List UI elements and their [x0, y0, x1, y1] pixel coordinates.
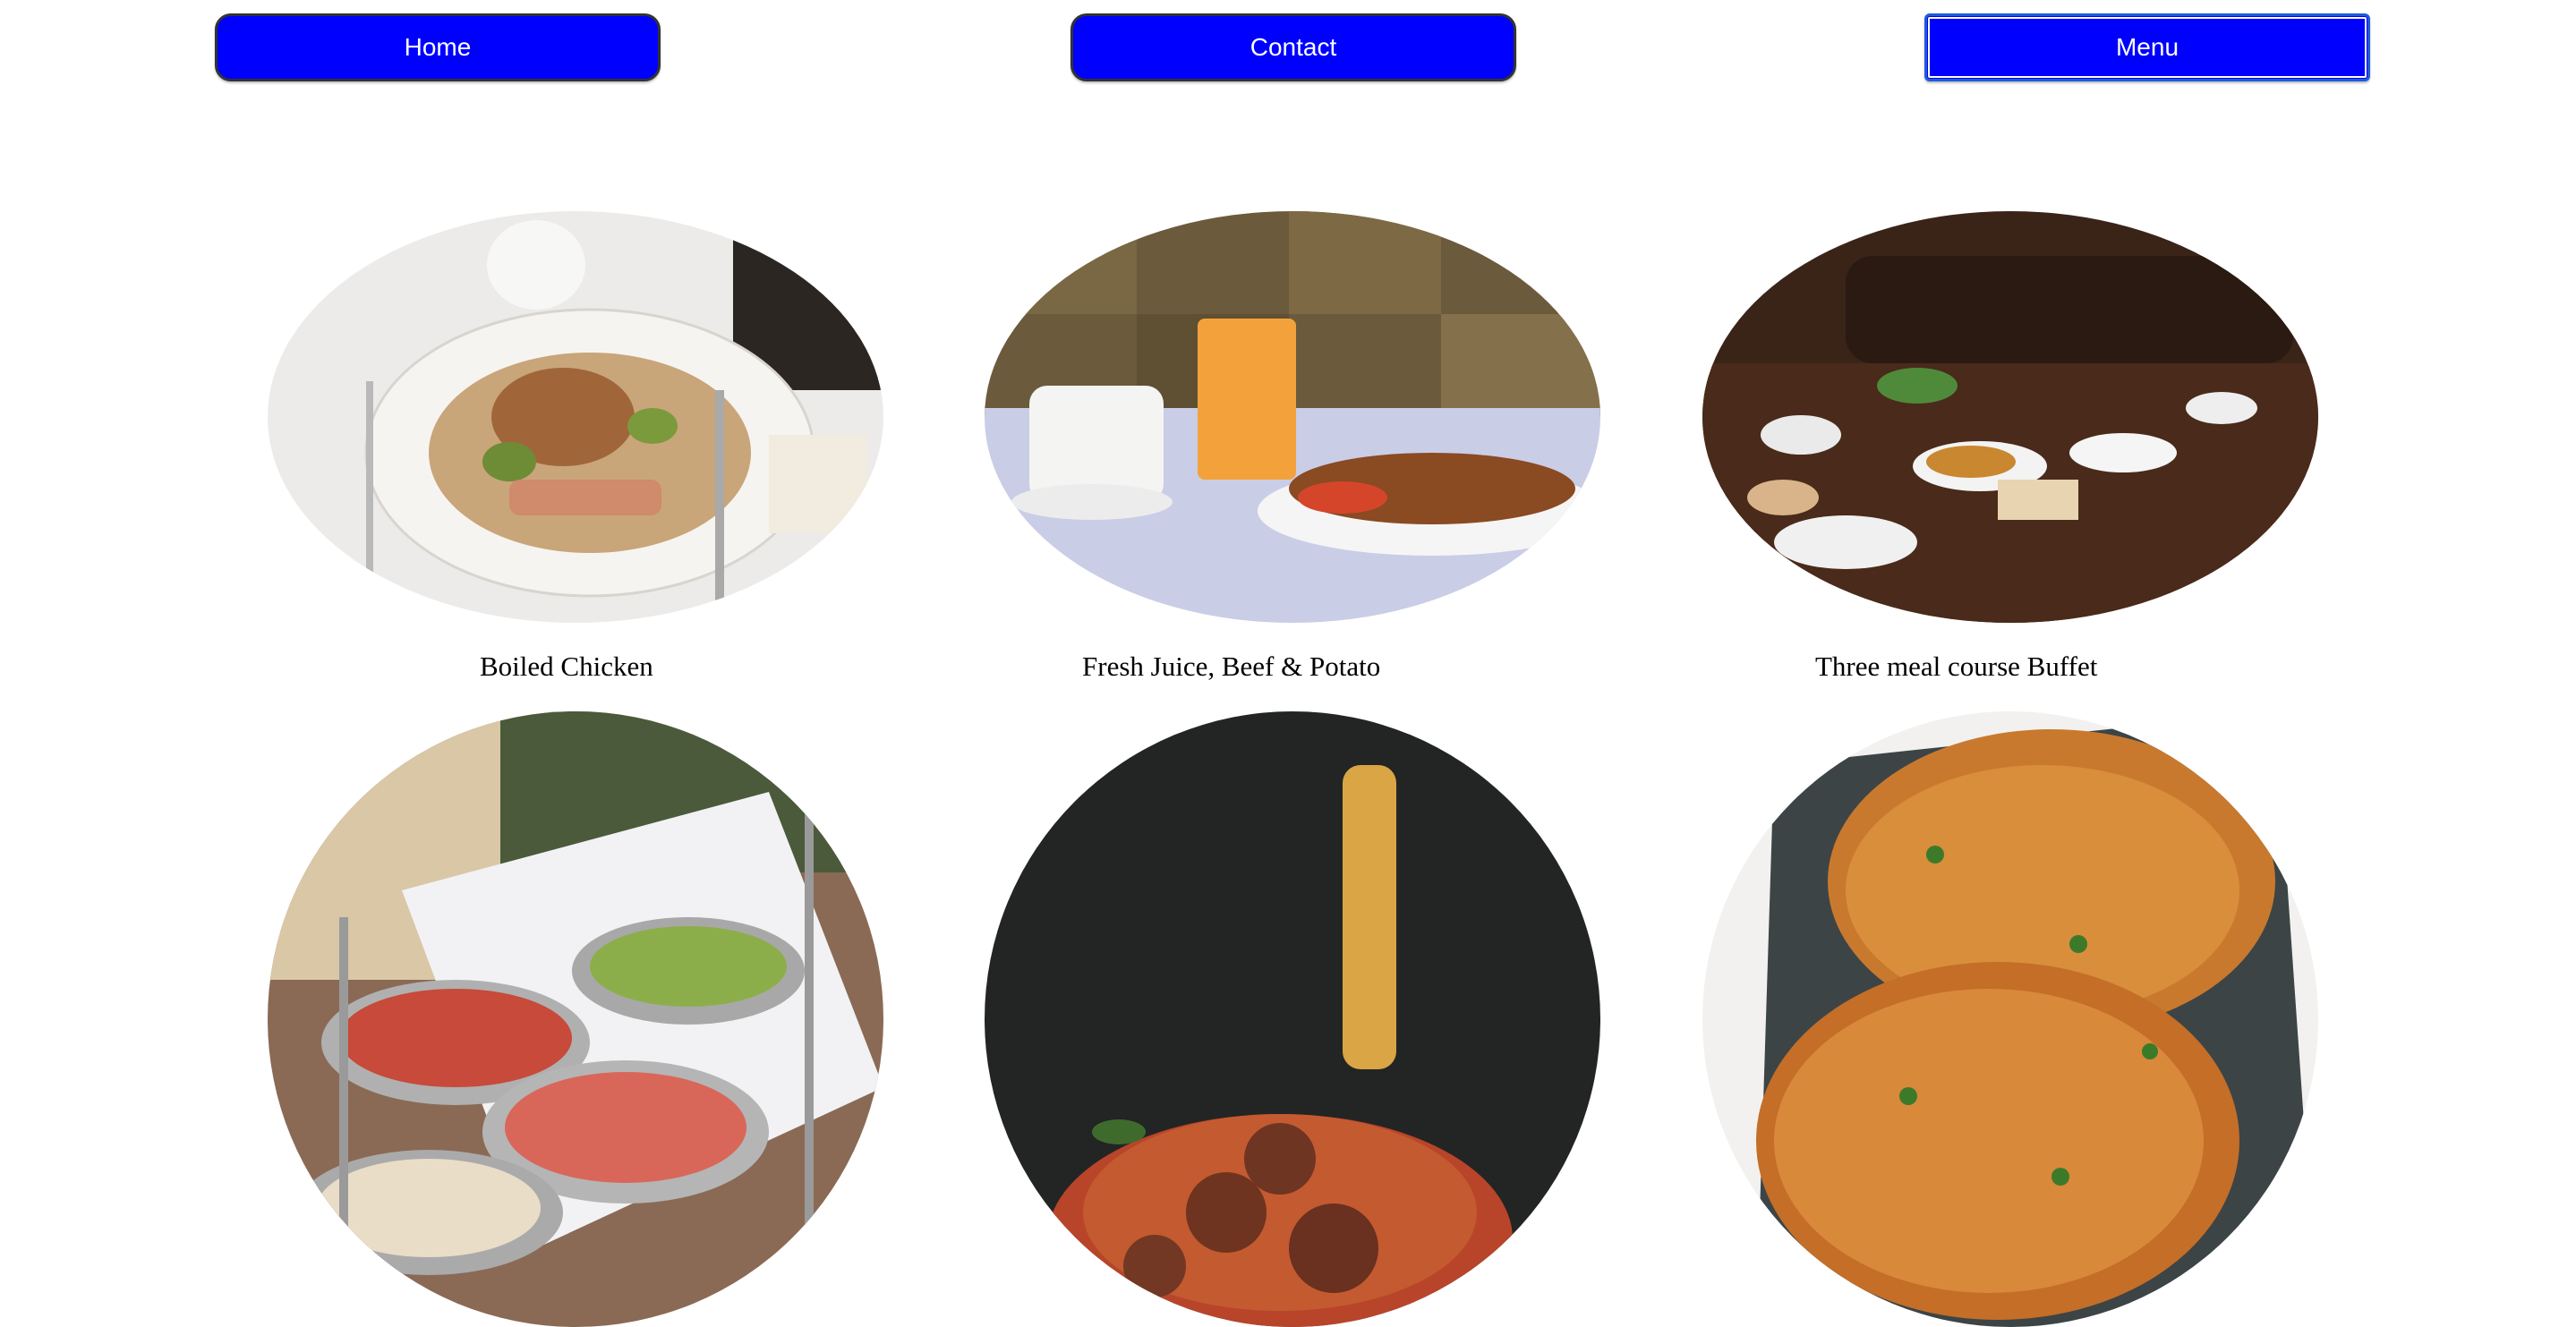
- menu-item-image-spaghetti-meatballs: [985, 711, 1600, 1327]
- menu-item-image-three-meal-course-buffet: [1702, 211, 2318, 623]
- menu-item-caption: Three meal course Buffet: [1815, 651, 2098, 682]
- menu-item-image-fried-chicken: [1702, 711, 2318, 1327]
- menu-item-caption: Boiled Chicken: [480, 651, 653, 682]
- contact-button[interactable]: Contact: [1070, 13, 1516, 81]
- menu-item-image-boiled-chicken: [268, 211, 883, 623]
- menu-item-image-charcuterie: [268, 711, 883, 1327]
- home-button[interactable]: Home: [215, 13, 661, 81]
- menu-item-caption: Fresh Juice, Beef & Potato: [1082, 651, 1381, 682]
- menu-button[interactable]: Menu: [1924, 13, 2370, 81]
- menu-item-image-fresh-juice-beef-potato: [985, 211, 1600, 623]
